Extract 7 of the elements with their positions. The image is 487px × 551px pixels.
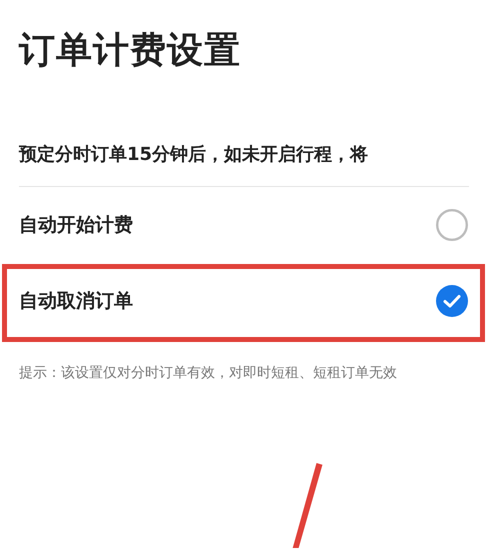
question-text: 预定分时订单15分钟后，如未开启行程，将 [19,143,370,167]
page-title: 订单计费设置 [18,29,242,73]
radio-unchecked-icon[interactable] [436,209,468,241]
hint-text: 提示：该设置仅对分时订单有效，对即时短租、短租订单无效 [19,364,398,383]
option-label: 自动取消订单 [19,289,133,314]
option-label: 自动开始计费 [19,213,133,238]
radio-checked-icon[interactable] [436,285,468,317]
